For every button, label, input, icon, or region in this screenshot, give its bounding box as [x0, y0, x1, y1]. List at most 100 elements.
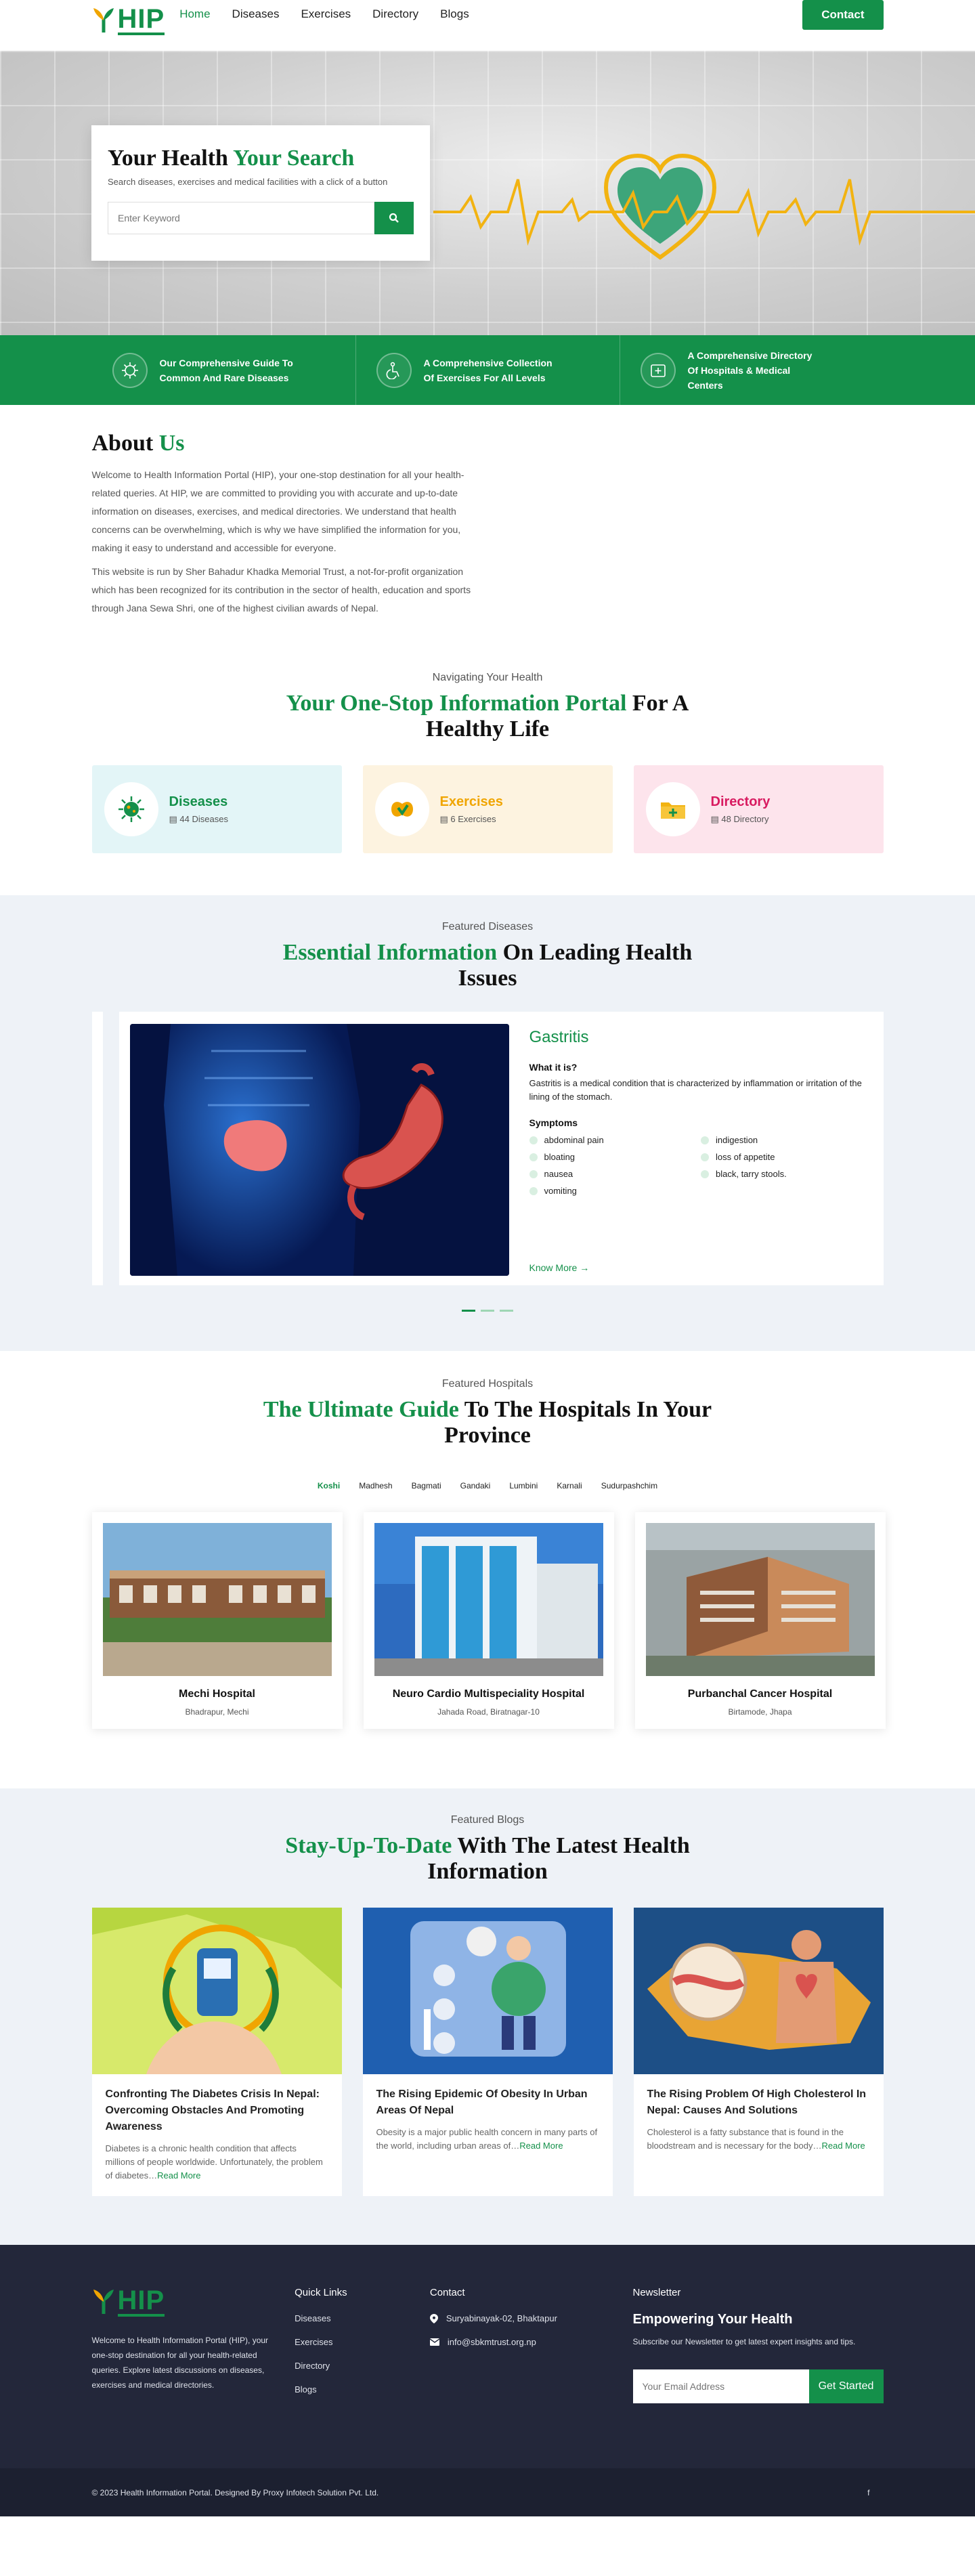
diseases-title-green: Essential Information [282, 940, 498, 965]
blog-excerpt: Obesity is a major public health concern… [376, 2126, 599, 2153]
newsletter-submit-button[interactable]: Get Started [808, 2369, 884, 2403]
tab-lumbini[interactable]: Lumbini [502, 1476, 544, 1496]
hospital-card[interactable]: Neuro Cardio Multispeciality Hospital Ja… [363, 1512, 614, 1729]
about-paragraph-1: Welcome to Health Information Portal (HI… [91, 469, 464, 553]
read-more-link[interactable]: Read More [821, 2141, 865, 2151]
symptom-item: vomiting [529, 1186, 701, 1196]
hospital-photo [374, 1523, 603, 1676]
carousel-pagination [92, 1310, 884, 1312]
hero-title: Your Health Your Search [108, 146, 414, 171]
category-cards: Diseases ▤ 44 Diseases Exercises ▤ 6 Exe… [91, 765, 884, 853]
symptom-text: nausea [544, 1169, 573, 1179]
facebook-icon[interactable]: f [867, 2488, 869, 2497]
feature-exercises-text: A Comprehensive Collection Of Exercises … [423, 357, 552, 383]
tab-gandaki[interactable]: Gandaki [454, 1476, 498, 1496]
site-footer: HIP Welcome to Health Information Portal… [0, 2245, 975, 2468]
symptom-text: bloating [544, 1152, 576, 1162]
footer-email-text: info@sbkmtrust.org.np [447, 2337, 536, 2347]
footer-brand: HIP Welcome to Health Information Portal… [92, 2287, 295, 2408]
contact-button[interactable]: Contact [802, 0, 884, 30]
portal-title: Your One-Stop Information Portal For A H… [271, 691, 704, 742]
blog-card[interactable]: Confronting The Diabetes Crisis In Nepal… [91, 1908, 342, 2196]
heartbeat-heart-illustration [433, 153, 975, 260]
hospital-card[interactable]: Purbanchal Cancer Hospital Birtamode, Jh… [634, 1512, 886, 1729]
blog-title[interactable]: The Rising Problem Of High Cholesterol I… [647, 2086, 870, 2119]
tab-karnali[interactable]: Karnali [550, 1476, 588, 1496]
feature-directory[interactable]: A Comprehensive Directory Of Hospitals &… [620, 335, 884, 405]
footer-newsletter-text: Subscribe our Newsletter to get latest e… [632, 2337, 856, 2346]
footer-logo-text: HIP [117, 2285, 165, 2317]
symptom-item: loss of appetite [701, 1152, 873, 1162]
tab-sudurpashchim[interactable]: Sudurpashchim [594, 1476, 664, 1496]
footer-link-blogs[interactable]: Blogs [295, 2384, 430, 2395]
footer-bottom-bar: © 2023 Health Information Portal. Design… [0, 2468, 975, 2516]
footer-link-exercises[interactable]: Exercises [295, 2337, 430, 2347]
hero-title-part1: Your Health [108, 146, 228, 171]
blog-card-body: The Rising Epidemic Of Obesity In Urban … [363, 2074, 613, 2165]
main-nav: Home Diseases Exercises Directory Blogs [179, 7, 469, 21]
newsletter-email-input[interactable] [632, 2369, 809, 2403]
previous-slide-edge[interactable] [91, 1012, 103, 1285]
disease-carousel[interactable]: Gastritis What it is? Gastritis is a med… [91, 1012, 884, 1285]
hospitals-kicker: Featured Hospitals [441, 1378, 534, 1390]
footer-newsletter-heading: Empowering Your Health [632, 2312, 793, 2327]
virus-badge-icon [104, 782, 158, 836]
carousel-dot-1[interactable] [462, 1310, 475, 1312]
blog-title[interactable]: The Rising Epidemic Of Obesity In Urban … [376, 2086, 599, 2119]
bullet-icon [529, 1186, 538, 1195]
footer-email[interactable]: info@sbkmtrust.org.np [429, 2337, 633, 2347]
search-button[interactable] [374, 202, 414, 234]
diseases-heading: Featured Diseases Essential Information … [92, 921, 884, 991]
hero-search-form [108, 202, 414, 234]
tab-bagmati[interactable]: Bagmati [405, 1476, 448, 1496]
category-card-diseases[interactable]: Diseases ▤ 44 Diseases [91, 765, 342, 853]
category-name-directory: Directory [710, 794, 771, 809]
portal-section: Navigating Your Health Your One-Stop Inf… [0, 651, 975, 895]
nav-link-diseases[interactable]: Diseases [232, 7, 280, 21]
blogs-title-green: Stay-Up-To-Date [285, 1833, 452, 1858]
hospital-card[interactable]: Mechi Hospital Bhadrapur, Mechi [91, 1512, 343, 1729]
hospital-photo [102, 1523, 332, 1676]
footer-quick-links: Quick Links Diseases Exercises Directory… [295, 2287, 430, 2408]
footer-logo[interactable]: HIP [92, 2287, 295, 2317]
disease-details: Gastritis What it is? Gastritis is a med… [529, 1024, 873, 1273]
nav-link-exercises[interactable]: Exercises [301, 7, 351, 21]
blog-card[interactable]: The Rising Problem Of High Cholesterol I… [633, 1908, 884, 2196]
hospital-name: Neuro Cardio Multispeciality Hospital [392, 1688, 585, 1700]
portal-kicker: Navigating Your Health [432, 672, 543, 683]
category-count-diseases-text: 44 Diseases [179, 813, 228, 824]
blog-excerpt: Cholesterol is a fatty substance that is… [647, 2126, 870, 2153]
footer-link-diseases[interactable]: Diseases [295, 2313, 430, 2323]
hospitals-title-green: The Ultimate Guide [263, 1397, 459, 1422]
tab-koshi[interactable]: Koshi [311, 1476, 347, 1496]
symptom-text: indigestion [716, 1135, 758, 1145]
blog-excerpt: Diabetes is a chronic health condition t… [106, 2142, 328, 2183]
read-more-link[interactable]: Read More [157, 2170, 200, 2181]
footer-link-directory[interactable]: Directory [295, 2361, 430, 2371]
blog-title[interactable]: Confronting The Diabetes Crisis In Nepal… [106, 2086, 328, 2135]
nav-link-directory[interactable]: Directory [372, 7, 418, 21]
blog-card-body: The Rising Problem Of High Cholesterol I… [634, 2074, 884, 2165]
tab-madhesh[interactable]: Madhesh [352, 1476, 399, 1496]
category-count-directory: ▤ 48 Directory [710, 813, 769, 824]
site-logo[interactable]: HIP [92, 5, 165, 35]
category-card-exercises[interactable]: Exercises ▤ 6 Exercises [362, 765, 613, 853]
symptom-text: vomiting [544, 1186, 577, 1196]
symptom-item: abdominal pain [529, 1135, 701, 1145]
know-more-link[interactable]: Know More → [529, 1262, 590, 1273]
feature-diseases[interactable]: Our Comprehensive Guide To Common And Ra… [92, 335, 356, 405]
feature-exercises[interactable]: A Comprehensive Collection Of Exercises … [356, 335, 620, 405]
carousel-dot-2[interactable] [481, 1310, 494, 1312]
search-input[interactable] [108, 202, 374, 234]
blog-card[interactable]: The Rising Epidemic Of Obesity In Urban … [362, 1908, 613, 2196]
blogs-title-rest: With The Latest Health Information [427, 1833, 690, 1884]
read-more-link[interactable]: Read More [519, 2141, 563, 2151]
nav-link-home[interactable]: Home [179, 7, 210, 21]
category-card-directory[interactable]: Directory ▤ 48 Directory [633, 765, 884, 853]
carousel-dot-3[interactable] [500, 1310, 513, 1312]
nav-link-blogs[interactable]: Blogs [440, 7, 469, 21]
hero-section: Your Health Your Search Search diseases,… [0, 51, 975, 335]
blog-excerpt-text: Obesity is a major public health concern… [376, 2127, 598, 2151]
diabetes-blog-image [91, 1908, 342, 2074]
blog-excerpt-text: Diabetes is a chronic health condition t… [105, 2143, 323, 2181]
